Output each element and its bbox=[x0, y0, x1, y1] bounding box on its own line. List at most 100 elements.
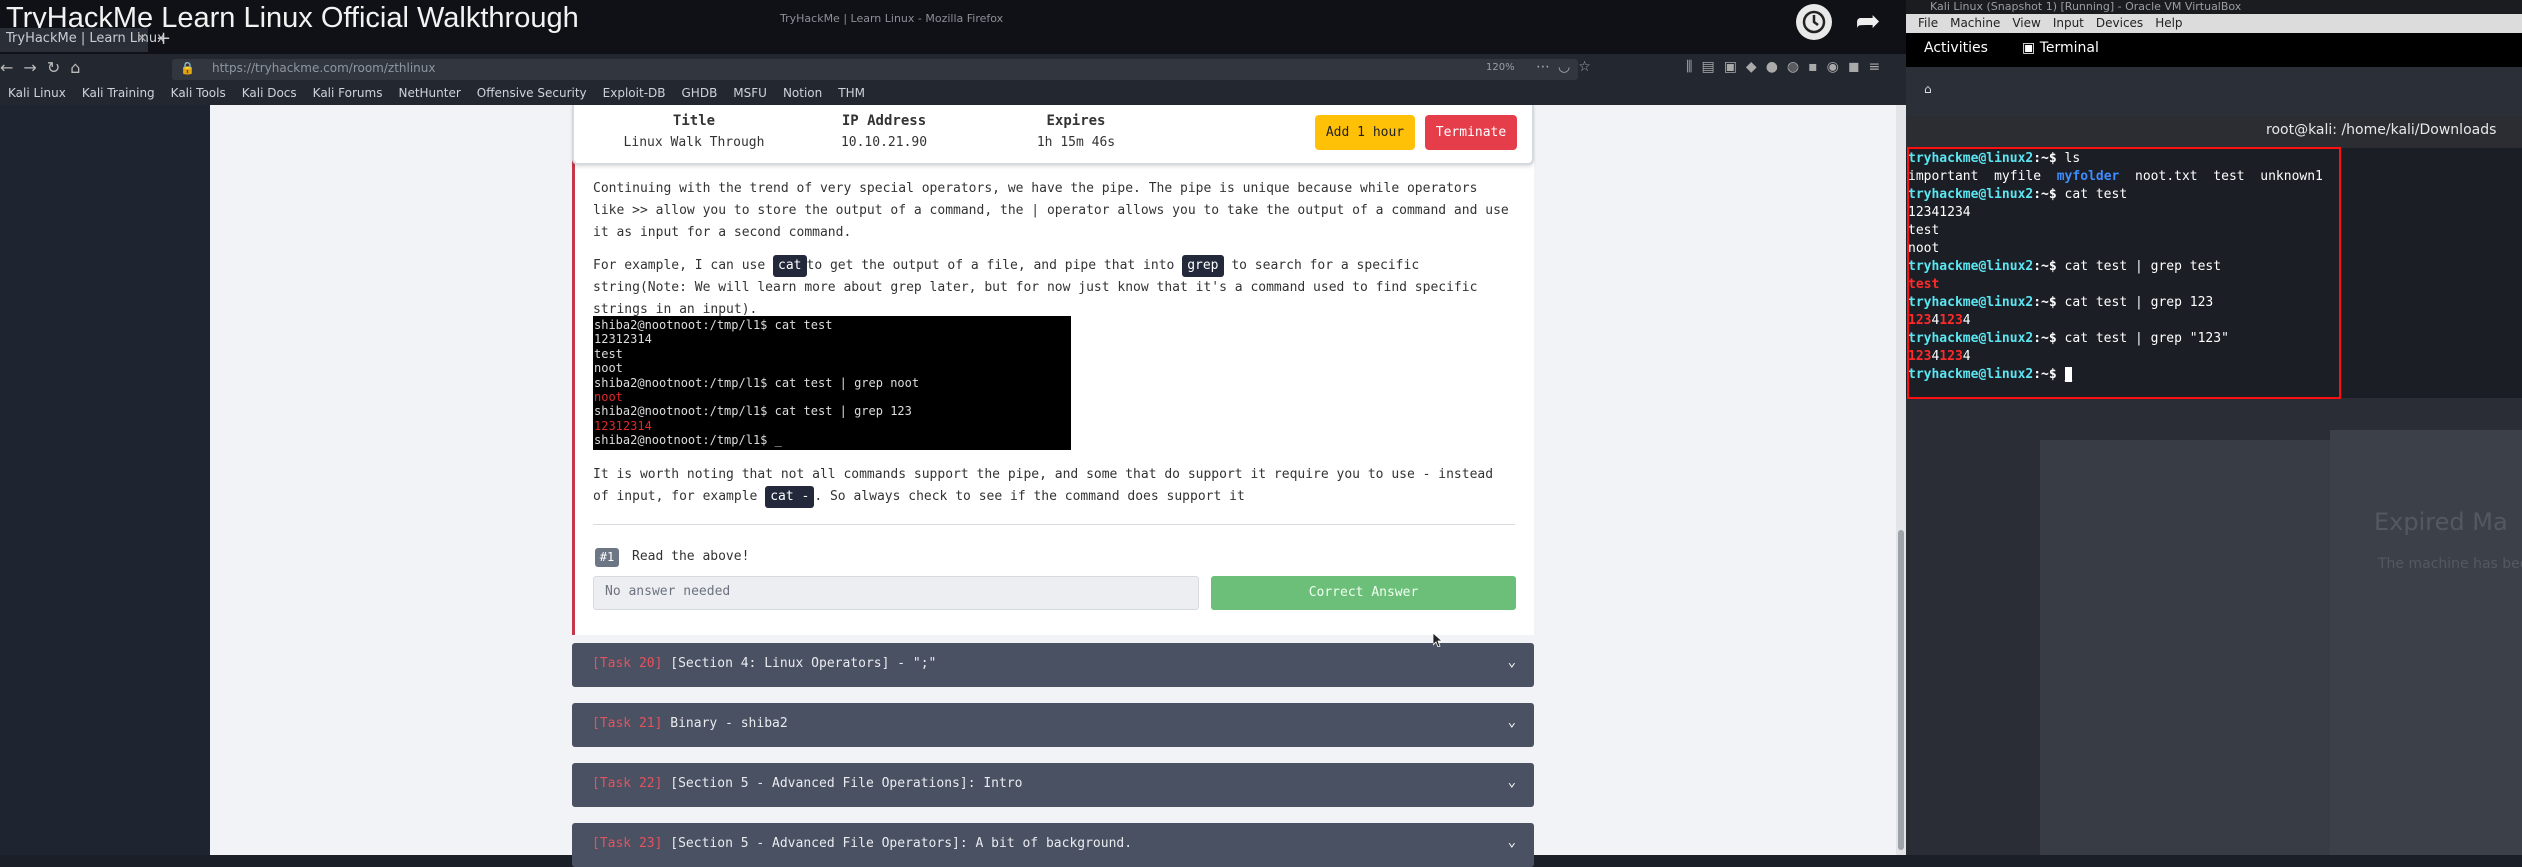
vm-expires-value: 1h 15m 46s bbox=[1036, 135, 1116, 150]
add-hour-button[interactable]: Add 1 hour bbox=[1315, 115, 1415, 150]
paragraph-text: For example, I can use bbox=[593, 258, 774, 273]
pocket-icon[interactable]: ◡ bbox=[1558, 59, 1578, 75]
term-line: shiba2@nootnoot:/tmp/l1$ cat test | grep… bbox=[594, 404, 912, 419]
extension-icon[interactable]: ● bbox=[1766, 59, 1787, 75]
chevron-down-icon[interactable]: ⌄ bbox=[1508, 714, 1516, 730]
bookmark-item[interactable]: THM bbox=[838, 84, 865, 100]
task-accordion-21[interactable]: [Task 21] Binary - shiba2 ⌄ bbox=[572, 703, 1534, 747]
bookmark-item[interactable]: Kali Training bbox=[82, 84, 155, 100]
foxyproxy-icon[interactable]: ◆ bbox=[1746, 59, 1766, 75]
task-accordion-20[interactable]: [Task 20] [Section 4: Linux Operators] -… bbox=[572, 643, 1534, 687]
term-line: 12312314 bbox=[594, 332, 652, 347]
vm-title-header: Title bbox=[672, 113, 716, 129]
task-accordion-23[interactable]: [Task 23] [Section 5 - Advanced File Ope… bbox=[572, 823, 1534, 867]
bookmark-item[interactable]: GHDB bbox=[682, 84, 718, 100]
vbox-window-title: Kali Linux (Snapshot 1) [Running] - Orac… bbox=[1906, 0, 2522, 14]
page-actions[interactable]: ⋯◡☆ bbox=[1536, 59, 1599, 75]
window-title: TryHackMe | Learn Linux - Mozilla Firefo… bbox=[780, 12, 1004, 25]
toolbar-extensions[interactable]: ⫼▤▣◆●◍▪◉◼≡ bbox=[1686, 59, 1889, 75]
url-text[interactable]: https://tryhackme.com/room/zthlinux bbox=[212, 61, 436, 75]
zoom-level[interactable]: 120% bbox=[1486, 62, 1515, 73]
vm-ip-header: IP Address bbox=[841, 113, 927, 129]
extension-icon[interactable]: ◼ bbox=[1848, 59, 1869, 75]
term-line: shiba2@nootnoot:/tmp/l1$ cat test | grep… bbox=[594, 375, 920, 390]
menu-file[interactable]: File bbox=[1918, 14, 1938, 30]
menu-help[interactable]: Help bbox=[2155, 14, 2182, 30]
watch-later-icon[interactable] bbox=[1796, 4, 1832, 40]
vbox-menubar: File Machine View Input Devices Help bbox=[1906, 14, 2522, 33]
task-title: Binary - shiba2 bbox=[670, 716, 788, 731]
activities-button[interactable]: Activities bbox=[1924, 40, 1988, 56]
task-accordion-22[interactable]: [Task 22] [Section 5 - Advanced File Ope… bbox=[572, 763, 1534, 807]
extension-icon[interactable]: ◉ bbox=[1827, 59, 1848, 75]
nav-buttons[interactable]: ←→↻⌂ bbox=[0, 58, 90, 77]
bookmark-item[interactable]: Kali Forums bbox=[313, 84, 383, 100]
task-title: [Section 4: Linux Operators] - ";" bbox=[670, 656, 937, 671]
expired-title: Expired Ma bbox=[2374, 508, 2508, 536]
term-line: shiba2@nootnoot:/tmp/l1$ _ bbox=[594, 433, 782, 448]
more-actions-icon[interactable]: ⋯ bbox=[1536, 59, 1558, 75]
task-number: [Task 23] bbox=[592, 836, 663, 851]
paragraph-pipe-intro: Continuing with the trend of very specia… bbox=[593, 181, 1509, 240]
browser-tab[interactable]: TryHackMe | Learn Linux bbox=[0, 28, 165, 52]
task-number: [Task 20] bbox=[592, 656, 663, 671]
extension-icon[interactable]: ▪ bbox=[1808, 59, 1827, 75]
paragraph-pipe-note: It is worth noting that not all commands… bbox=[593, 464, 1513, 508]
bookmark-star-icon[interactable]: ☆ bbox=[1578, 59, 1599, 75]
menu-view[interactable]: View bbox=[2012, 14, 2040, 30]
term-line: noot bbox=[594, 361, 623, 376]
terminate-button[interactable]: Terminate bbox=[1425, 115, 1517, 150]
term-line: 12312314 bbox=[594, 418, 652, 433]
sidebar-icon[interactable]: ▤ bbox=[1701, 59, 1723, 75]
task-title: [Section 5 - Advanced File Operators]: A… bbox=[670, 836, 1133, 851]
menu-devices[interactable]: Devices bbox=[2096, 14, 2143, 30]
library-icon[interactable]: ⫼ bbox=[1686, 59, 1701, 75]
chevron-down-icon[interactable]: ⌄ bbox=[1508, 774, 1516, 790]
vm-title-value: Linux Walk Through bbox=[623, 135, 765, 150]
correct-answer-button[interactable]: Correct Answer bbox=[1211, 576, 1516, 610]
bookmark-item[interactable]: Kali Docs bbox=[242, 84, 297, 100]
inline-code-grep: grep bbox=[1182, 255, 1224, 277]
paragraph-example: For example, I can use cat to get the out… bbox=[593, 255, 1513, 321]
chevron-down-icon[interactable]: ⌄ bbox=[1508, 834, 1516, 850]
chevron-down-icon[interactable]: ⌄ bbox=[1508, 654, 1516, 670]
close-tab-icon[interactable]: × bbox=[136, 30, 148, 46]
share-icon[interactable]: ➦ bbox=[1850, 4, 1886, 40]
question-number-badge: #1 bbox=[595, 548, 619, 567]
terminal-app-menu[interactable]: ▣ Terminal bbox=[2022, 40, 2099, 56]
paragraph-text: . So always check to see if the command … bbox=[814, 489, 1245, 504]
menu-input[interactable]: Input bbox=[2053, 14, 2084, 30]
reload-icon[interactable]: ↻ bbox=[47, 58, 70, 77]
menu-machine[interactable]: Machine bbox=[1950, 14, 2000, 30]
home-folder-icon[interactable]: ⌂ bbox=[1924, 82, 1938, 96]
answer-input[interactable]: No answer needed bbox=[593, 576, 1199, 610]
task-number: [Task 21] bbox=[592, 716, 663, 731]
bookmark-item[interactable]: Kali Linux bbox=[8, 84, 66, 100]
mouse-cursor-icon bbox=[1432, 632, 1444, 648]
bookmark-item[interactable]: Offensive Security bbox=[477, 84, 587, 100]
home-icon[interactable]: ⌂ bbox=[70, 58, 90, 77]
forward-icon[interactable]: → bbox=[23, 58, 46, 77]
bookmark-item[interactable]: Kali Tools bbox=[171, 84, 226, 100]
bookmarks-toolbar: Kali Linux Kali Training Kali Tools Kali Do… bbox=[0, 84, 1906, 105]
back-icon[interactable]: ← bbox=[0, 58, 23, 77]
bookmark-item[interactable]: Notion bbox=[783, 84, 822, 100]
bookmark-item[interactable]: Exploit-DB bbox=[603, 84, 666, 100]
question-text: Read the above! bbox=[632, 549, 750, 564]
term-line: test bbox=[594, 346, 623, 361]
highlight-box bbox=[1907, 147, 2341, 399]
expired-machine-card bbox=[2330, 430, 2522, 855]
scrollbar-thumb[interactable] bbox=[1898, 530, 1904, 850]
menu-icon[interactable]: ≡ bbox=[1868, 59, 1889, 75]
extension-icon[interactable]: ◍ bbox=[1787, 59, 1808, 75]
new-tab-icon[interactable]: + bbox=[156, 28, 171, 49]
extension-icon[interactable]: ▣ bbox=[1724, 59, 1746, 75]
terminal-icon: ▣ bbox=[2022, 40, 2036, 56]
inline-code-cat-dash: cat - bbox=[765, 486, 815, 508]
app-name: Terminal bbox=[2039, 40, 2099, 56]
bookmark-item[interactable]: NetHunter bbox=[398, 84, 460, 100]
terminal-screenshot: shiba2@nootnoot:/tmp/l1$ cat test 123123… bbox=[593, 316, 1071, 450]
lock-icon: 🔒 bbox=[180, 61, 195, 75]
bookmark-item[interactable]: MSFU bbox=[733, 84, 767, 100]
page-dark-margin bbox=[0, 105, 210, 855]
